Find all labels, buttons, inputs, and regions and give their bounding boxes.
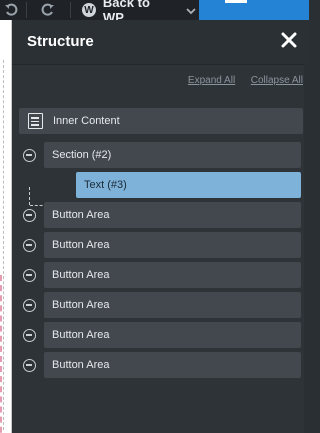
expand-all-link[interactable]: Expand All [188,75,235,86]
collapse-icon[interactable] [23,149,36,162]
tree-controls: Expand All Collapse All [188,75,303,86]
collapse-icon[interactable] [23,269,36,282]
collapse-icon[interactable] [23,209,36,222]
tree-item-label: Button Area [52,239,110,251]
collapse-all-link[interactable]: Collapse All [251,75,303,86]
tree-item-text[interactable]: Text (#3) [76,172,301,198]
tree-item-label: Button Area [52,299,110,311]
tree-item-label: Button Area [52,209,110,221]
tree-item-section[interactable]: Section (#2) [44,142,301,168]
undo-icon [5,3,18,16]
document-icon [28,113,43,129]
structure-panel: Structure Expand All Collapse All Inner … [12,20,309,433]
page-canvas-edge [0,20,12,433]
toolbar-divider [70,2,71,18]
tree-item-label: Button Area [52,329,110,341]
tree-item-button-area[interactable]: Button Area [44,292,301,318]
tree-item-button-area[interactable]: Button Area [44,352,301,378]
tree-item-label: Text (#3) [84,179,127,191]
close-button[interactable] [279,30,299,50]
tree-item-label: Inner Content [53,115,120,127]
collapse-icon[interactable] [23,299,36,312]
top-toolbar: W Back to WP [0,0,309,25]
tree-item-button-area[interactable]: Button Area [44,232,301,258]
tree-item-label: Section (#2) [52,149,112,161]
back-to-wp-button[interactable]: W Back to WP [76,0,196,25]
tree-item-button-area[interactable]: Button Area [44,322,301,348]
builder-window: W Back to WP Structure Expand All Collap… [0,0,309,433]
panel-header: Structure [12,20,309,65]
tree-item-label: Button Area [52,359,110,371]
redo-icon [41,3,54,16]
tree-connector [29,187,30,205]
tree-item-button-area[interactable]: Button Area [44,262,301,288]
wordpress-icon: W [82,3,96,17]
canvas-selection-outline [0,275,6,433]
tree-item-label: Button Area [52,269,110,281]
collapse-icon[interactable] [23,329,36,342]
hamburger-icon [225,0,247,3]
menu-button[interactable] [199,0,309,20]
collapse-icon[interactable] [23,239,36,252]
chevron-down-icon [186,3,196,18]
redo-button[interactable] [36,0,60,20]
panel-title: Structure [27,33,94,50]
undo-button[interactable] [0,0,22,20]
panel-scrollbar[interactable] [304,64,309,433]
close-icon [281,32,297,48]
collapse-icon[interactable] [23,359,36,372]
toolbar-divider [26,2,27,18]
tree-item-inner-content[interactable]: Inner Content [19,108,303,134]
tree-item-button-area[interactable]: Button Area [44,202,301,228]
